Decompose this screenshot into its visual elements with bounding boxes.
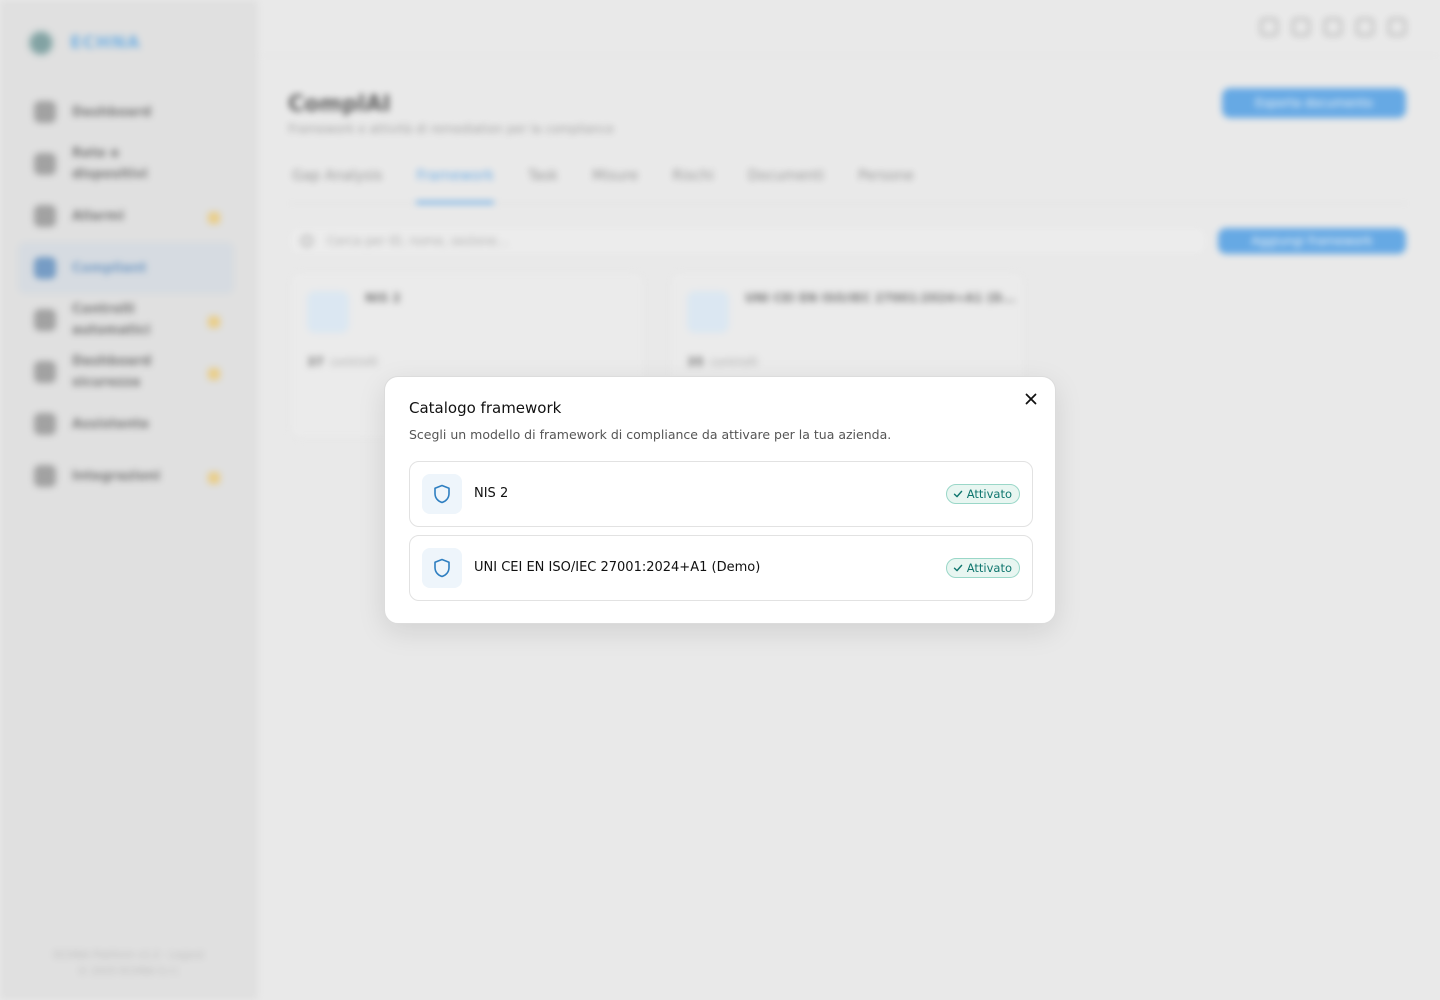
framework-option-iso27001[interactable]: UNI CEI EN ISO/IEC 27001:2024+A1 (Demo) …	[409, 535, 1033, 601]
check-icon	[953, 490, 963, 498]
framework-name: UNI CEI EN ISO/IEC 27001:2024+A1 (Demo)	[474, 560, 761, 575]
framework-option-nis2[interactable]: NIS 2 Attivato	[409, 461, 1033, 527]
framework-name: NIS 2	[474, 486, 509, 501]
dialog-title: Catalogo framework	[409, 399, 562, 417]
status-badge-label: Attivato	[966, 561, 1012, 575]
close-icon	[1025, 393, 1037, 405]
framework-catalog-dialog: Catalogo framework Scegli un modello di …	[384, 376, 1056, 624]
status-badge: Attivato	[945, 558, 1020, 578]
status-badge: Attivato	[945, 484, 1020, 504]
dialog-description: Scegli un modello di framework di compli…	[409, 427, 892, 442]
shield-icon	[434, 558, 450, 578]
framework-icon-box	[422, 548, 462, 588]
check-icon	[953, 564, 963, 572]
framework-icon-box	[422, 474, 462, 514]
close-button[interactable]	[1021, 389, 1041, 409]
shield-icon	[434, 484, 450, 504]
status-badge-label: Attivato	[966, 487, 1012, 501]
